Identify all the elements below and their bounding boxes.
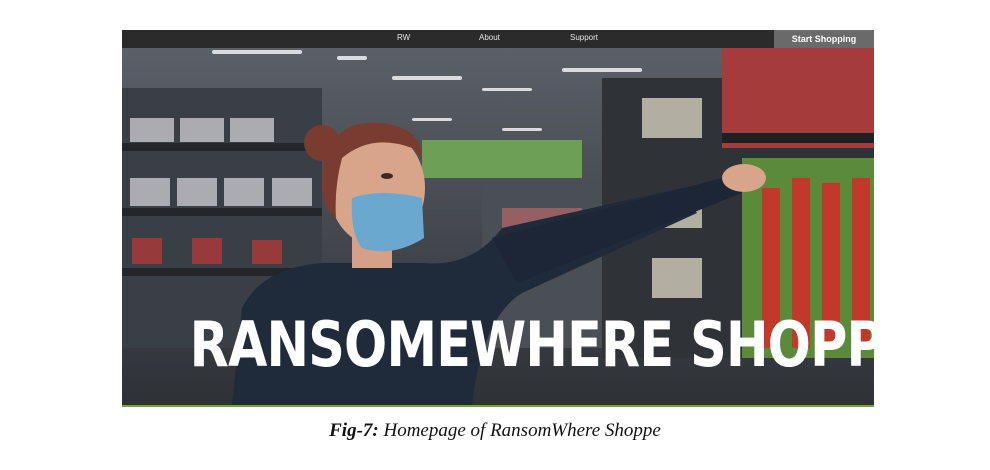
figure-caption: Fig-7: Homepage of RansomWhere Shoppe bbox=[0, 420, 990, 442]
nav-link-support[interactable]: Support bbox=[570, 33, 598, 42]
caption-text: Homepage of RansomWhere Shoppe bbox=[383, 420, 661, 441]
website-screenshot: RW About Support Start Shopping RANSOMEW… bbox=[122, 30, 874, 407]
caption-label: Fig-7: bbox=[329, 420, 379, 441]
start-shopping-button[interactable]: Start Shopping bbox=[774, 30, 874, 48]
hero-image: RANSOMEWHERE SHOPPEE bbox=[122, 48, 874, 405]
top-navbar: RW About Support Start Shopping bbox=[122, 30, 874, 48]
hero-title: RANSOMEWHERE SHOPPEE bbox=[189, 308, 874, 381]
nav-link-rw[interactable]: RW bbox=[397, 33, 410, 42]
nav-link-about[interactable]: About bbox=[479, 33, 500, 42]
